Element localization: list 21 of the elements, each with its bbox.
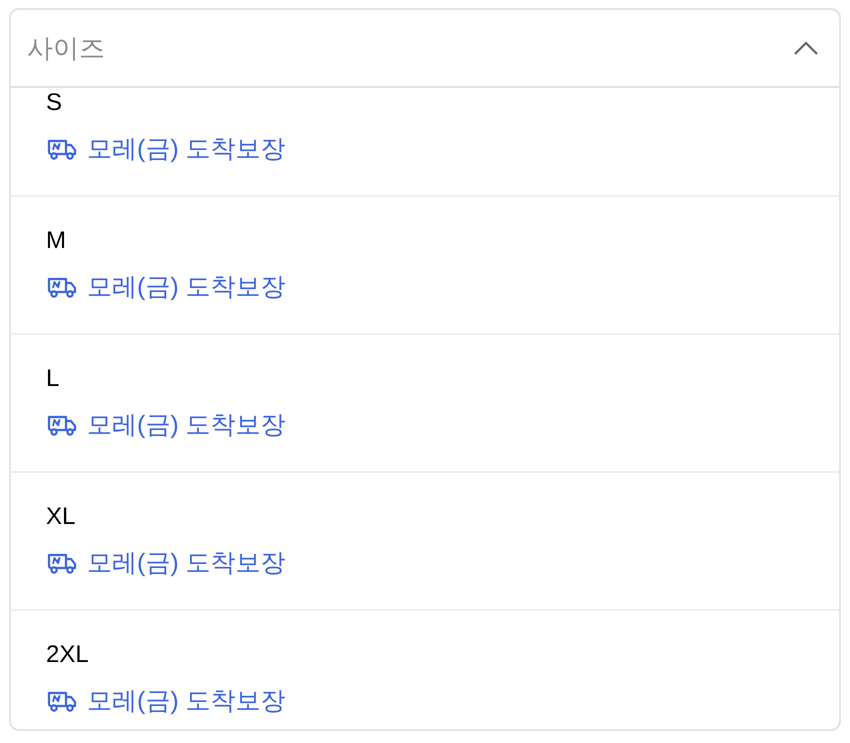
chevron-up-icon <box>793 40 819 56</box>
delivery-text: 모레(금) 도착보장 <box>87 272 286 303</box>
truck-icon <box>46 275 77 299</box>
truck-icon <box>46 551 77 575</box>
truck-icon <box>46 689 77 713</box>
size-label: L <box>46 364 60 394</box>
truck-icon <box>46 137 77 161</box>
delivery-text: 모레(금) 도착보장 <box>87 410 286 441</box>
size-label: 2XL <box>46 640 89 670</box>
delivery-text: 모레(금) 도착보장 <box>87 686 286 717</box>
delivery-text: 모레(금) 도착보장 <box>87 548 286 579</box>
delivery-text: 모레(금) 도착보장 <box>87 134 286 165</box>
size-option[interactable]: 2XL 모레(금) 도착보장 <box>11 611 839 729</box>
size-label: XL <box>46 502 76 532</box>
size-label: S <box>46 88 62 118</box>
size-option[interactable]: M 모레(금) 도착보장 <box>11 197 839 335</box>
size-option[interactable]: XL 모레(금) 도착보장 <box>11 473 839 611</box>
size-option[interactable]: S 모레(금) 도착보장 <box>11 88 839 197</box>
size-option[interactable]: L 모레(금) 도착보장 <box>11 335 839 473</box>
truck-icon <box>46 413 77 437</box>
size-label: M <box>46 226 66 256</box>
